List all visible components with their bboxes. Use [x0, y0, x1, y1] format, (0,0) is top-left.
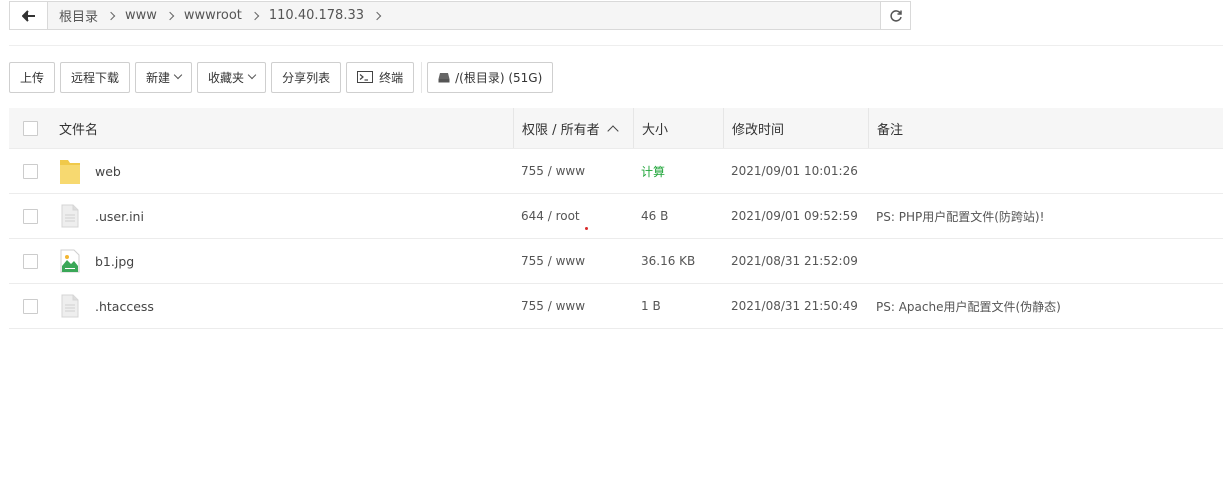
table-row[interactable]: .htaccess 755 / www 1 B 2021/08/31 21:50…	[9, 284, 1223, 329]
table-header: 文件名 权限 / 所有者 大小 修改时间 备注	[9, 108, 1223, 149]
refresh-button[interactable]	[880, 2, 910, 29]
file-name[interactable]: .htaccess	[95, 299, 154, 314]
calculate-size-link[interactable]: 计算	[641, 163, 665, 180]
header-time[interactable]: 修改时间	[732, 119, 784, 138]
row-checkbox[interactable]	[22, 163, 38, 179]
file-icon	[59, 293, 81, 319]
file-note: PS: PHP用户配置文件(防跨站)!	[876, 209, 1045, 224]
file-note: PS: Apache用户配置文件(伪静态)	[876, 299, 1061, 314]
chevron-down-icon	[173, 70, 183, 80]
file-perm[interactable]: 644 / root	[521, 209, 580, 223]
chevron-right-icon	[372, 11, 382, 20]
file-perm[interactable]: 755 / www	[521, 164, 585, 178]
breadcrumb: 根目录 www wwwroot 110.40.178.33	[48, 2, 880, 29]
breadcrumb-item-site[interactable]: 110.40.178.33	[264, 8, 369, 23]
file-mtime: 2021/08/31 21:50:49	[731, 299, 858, 313]
file-size: 1 B	[641, 299, 661, 313]
breadcrumb-item-www[interactable]: www	[120, 8, 162, 23]
file-mtime: 2021/09/01 09:52:59	[731, 209, 858, 223]
new-dropdown-button[interactable]: 新建	[135, 61, 193, 93]
chevron-right-icon	[106, 11, 116, 20]
table-row[interactable]: web 755 / www 计算 2021/09/01 10:01:26	[9, 149, 1223, 194]
header-name[interactable]: 文件名	[59, 119, 98, 138]
favorites-label: 收藏夹	[208, 70, 245, 85]
favorites-dropdown-button[interactable]: 收藏夹	[197, 61, 267, 93]
new-label: 新建	[146, 70, 171, 85]
header-note: 备注	[877, 122, 904, 138]
file-name[interactable]: b1.jpg	[95, 254, 134, 269]
file-mtime: 2021/08/31 21:52:09	[731, 254, 858, 268]
breadcrumb-item-root[interactable]: 根目录	[54, 6, 103, 25]
breadcrumb-item-wwwroot[interactable]: wwwroot	[179, 8, 247, 23]
file-size: 46 B	[641, 209, 669, 223]
toolbar-separator	[421, 61, 423, 93]
table-row[interactable]: .user.ini 644 / root 46 B 2021/09/01 09:…	[9, 194, 1223, 239]
table-row[interactable]: b1.jpg 755 / www 36.16 KB 2021/08/31 21:…	[9, 239, 1223, 284]
disk-label: /(根目录) (51G)	[455, 70, 543, 85]
file-size: 36.16 KB	[641, 254, 696, 268]
row-checkbox[interactable]	[22, 208, 38, 224]
select-all-checkbox[interactable]	[22, 120, 38, 136]
refresh-icon	[889, 9, 902, 22]
file-name[interactable]: web	[95, 164, 121, 179]
remote-download-button[interactable]: 远程下载	[60, 61, 131, 93]
divider	[9, 45, 1223, 46]
header-size[interactable]: 大小	[642, 119, 668, 138]
upload-button[interactable]: 上传	[9, 61, 56, 93]
arrow-left-icon	[21, 9, 35, 22]
file-name[interactable]: .user.ini	[95, 209, 144, 224]
file-table: 文件名 权限 / 所有者 大小 修改时间 备注 web 755 / www 计算…	[9, 108, 1223, 329]
disk-icon	[438, 72, 450, 82]
disk-button[interactable]: /(根目录) (51G)	[427, 61, 554, 93]
cursor-dot	[585, 227, 588, 230]
path-bar: 根目录 www wwwroot 110.40.178.33	[9, 1, 911, 30]
image-file-icon	[59, 248, 81, 274]
terminal-label: 终端	[379, 70, 404, 85]
share-list-button[interactable]: 分享列表	[271, 61, 342, 93]
chevron-right-icon	[165, 11, 175, 20]
back-button[interactable]	[10, 2, 48, 29]
sort-up-icon	[606, 124, 619, 137]
toolbar: 上传 远程下载 新建 收藏夹 分享列表 终端 /(根目录) (51G)	[9, 61, 558, 93]
folder-icon	[59, 158, 81, 184]
terminal-icon	[357, 71, 374, 83]
file-icon	[59, 203, 81, 229]
chevron-down-icon	[247, 70, 257, 80]
row-checkbox[interactable]	[22, 298, 38, 314]
file-perm[interactable]: 755 / www	[521, 299, 585, 313]
file-mtime: 2021/09/01 10:01:26	[731, 164, 858, 178]
chevron-right-icon	[250, 11, 260, 20]
terminal-button[interactable]: 终端	[346, 61, 415, 93]
file-perm[interactable]: 755 / www	[521, 254, 585, 268]
row-checkbox[interactable]	[22, 253, 38, 269]
header-perm-sort[interactable]: 权限 / 所有者	[513, 108, 633, 148]
header-perm: 权限 / 所有者	[522, 122, 600, 138]
